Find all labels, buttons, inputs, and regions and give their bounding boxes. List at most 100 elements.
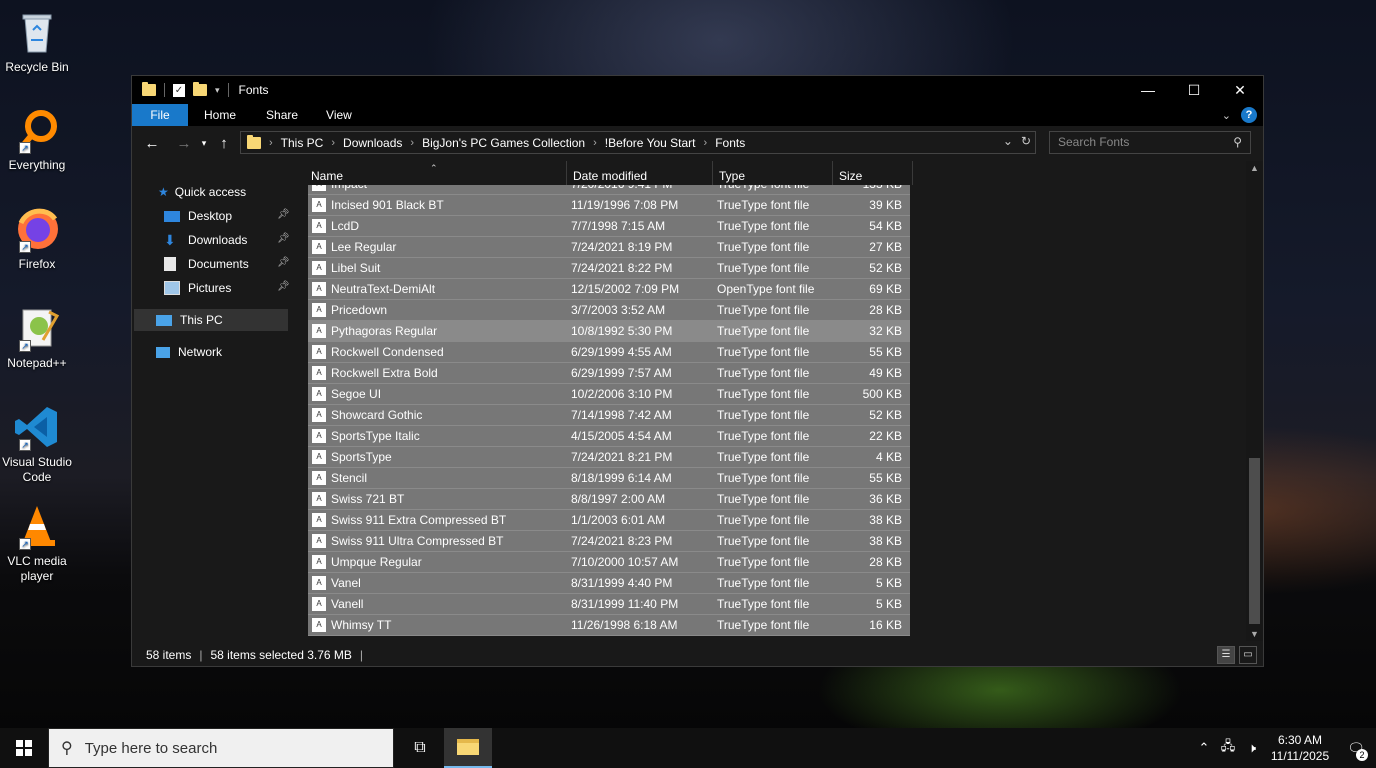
breadcrumb-downloads[interactable]: Downloads: [343, 136, 402, 150]
file-row[interactable]: A Rockwell Extra Bold 6/29/1999 7:57 AM Tru…: [308, 363, 910, 384]
action-center-button[interactable]: 🗨︎ 2: [1336, 740, 1376, 761]
breadcrumb-this-pc[interactable]: This PC: [281, 136, 324, 150]
taskbar-search-box[interactable]: ⚲ Type here to search: [48, 728, 394, 768]
file-row[interactable]: A Whimsy TT 11/26/1998 6:18 AM TrueType fon…: [308, 615, 910, 636]
chevron-right-icon[interactable]: ›: [410, 137, 414, 149]
scroll-up-arrow-icon[interactable]: ▲: [1246, 163, 1263, 173]
pin-icon[interactable]: 📌︎: [277, 233, 290, 244]
scrollbar-thumb[interactable]: [1249, 458, 1260, 624]
file-row[interactable]: A Showcard Gothic 7/14/1998 7:42 AM TrueTyp…: [308, 405, 910, 426]
file-row[interactable]: A Segoe UI 10/2/2006 3:10 PM TrueType font …: [308, 384, 910, 405]
file-row[interactable]: A LcdD 7/7/1998 7:15 AM TrueType font file 5…: [308, 216, 910, 237]
file-row[interactable]: A Libel Suit 7/24/2021 8:22 PM TrueType fon…: [308, 258, 910, 279]
column-header-type[interactable]: Type: [713, 161, 833, 185]
desktop-icon-recycle-bin[interactable]: Recycle Bin: [0, 8, 74, 75]
close-button[interactable]: ✕: [1217, 76, 1263, 104]
desktop-icon-vlc[interactable]: ↗ VLC media player: [0, 502, 74, 584]
file-row[interactable]: A Impact 7/20/2016 9:41 PMTrueType font fi…: [308, 185, 910, 195]
column-header-size[interactable]: Size: [833, 161, 913, 185]
minimize-button[interactable]: —: [1125, 76, 1171, 104]
refresh-icon[interactable]: ↻: [1021, 134, 1031, 148]
network-status-icon[interactable]: 🖧︎: [1216, 737, 1240, 759]
details-view-icon[interactable]: ☰: [1217, 646, 1235, 664]
file-row[interactable]: A Vanel 8/31/1999 4:40 PM TrueType font fil…: [308, 573, 910, 594]
file-explorer-icon: [457, 739, 479, 755]
expand-ribbon-chevron-icon[interactable]: ⌄: [1222, 109, 1231, 122]
file-row[interactable]: A Umpque Regular 7/10/2000 10:57 AM TrueTyp…: [308, 552, 910, 573]
vertical-scrollbar[interactable]: ▲ ▼: [1246, 161, 1263, 641]
up-button[interactable]: ↑: [212, 135, 236, 152]
nav-desktop[interactable]: Desktop: [164, 205, 232, 227]
breadcrumb-before-you-start[interactable]: !Before You Start: [605, 136, 696, 150]
file-row[interactable]: A Pricedown 3/7/2003 3:52 AM TrueType font …: [308, 300, 910, 321]
notepadpp-icon: ↗: [13, 304, 61, 352]
pin-icon[interactable]: 📌︎: [277, 281, 290, 292]
file-row[interactable]: A Swiss 911 Ultra Compressed BT 7/24/2021 …: [308, 531, 910, 552]
clock[interactable]: 6:30 AM 11/11/2025: [1264, 732, 1336, 764]
new-folder-icon[interactable]: [193, 82, 207, 96]
back-button[interactable]: ←: [140, 135, 164, 152]
large-icons-view-icon[interactable]: ▭: [1239, 646, 1257, 664]
font-file-icon: A: [312, 534, 326, 548]
title-bar[interactable]: ✓ ▾ Fonts — ☐ ✕: [132, 76, 1263, 104]
file-row[interactable]: A SportsType Italic 4/15/2005 4:54 AM TrueT…: [308, 426, 910, 447]
file-row[interactable]: A Incised 901 Black BT 11/19/1996 7:08 PM T…: [308, 195, 910, 216]
nav-documents[interactable]: Documents: [164, 253, 249, 275]
show-hidden-icons-chevron-icon[interactable]: ⌃: [1192, 740, 1216, 756]
nav-network[interactable]: Network: [156, 341, 222, 363]
chevron-right-icon[interactable]: ›: [704, 137, 708, 149]
desktop-icon-notepadpp[interactable]: ↗ Notepad++: [0, 304, 74, 371]
desktop-icon-everything[interactable]: ↗ Everything: [0, 106, 74, 173]
file-row[interactable]: A Vanell 8/31/1999 11:40 PM TrueType font f…: [308, 594, 910, 615]
chevron-right-icon[interactable]: ›: [331, 137, 335, 149]
file-row[interactable]: A Pythagoras Regular 10/8/1992 5:30 PM True…: [308, 321, 910, 342]
nav-pictures[interactable]: Pictures: [164, 277, 231, 299]
pin-icon[interactable]: 📌︎: [277, 257, 290, 268]
nav-this-pc[interactable]: This PC: [134, 309, 288, 331]
file-row[interactable]: A Rockwell Condensed 6/29/1999 4:55 AM True…: [308, 342, 910, 363]
tab-share[interactable]: Share: [252, 104, 312, 126]
file-name: Libel Suit: [331, 261, 381, 275]
search-input[interactable]: Search Fonts ⚲: [1049, 131, 1251, 154]
help-icon[interactable]: ?: [1241, 107, 1257, 123]
recent-locations-chevron-icon[interactable]: ▾: [196, 138, 212, 149]
file-size: 38 KB: [869, 513, 902, 527]
column-header-date[interactable]: Date modified: [567, 161, 713, 185]
nav-quick-access[interactable]: ★ Quick access: [158, 181, 246, 203]
file-name: Swiss 911 Extra Compressed BT: [331, 513, 507, 527]
properties-icon[interactable]: ✓: [173, 83, 185, 97]
taskbar-file-explorer[interactable]: [444, 728, 492, 768]
scroll-down-arrow-icon[interactable]: ▼: [1246, 629, 1263, 639]
file-row[interactable]: A Swiss 721 BT 8/8/1997 2:00 AM TrueType fo…: [308, 489, 910, 510]
tab-view[interactable]: View: [312, 104, 366, 126]
file-name: Vanell: [331, 597, 364, 611]
desktop-icon-vscode[interactable]: ↗ Visual Studio Code: [0, 403, 74, 485]
address-history-chevron-icon[interactable]: ⌄: [1003, 134, 1013, 148]
file-row[interactable]: A NeutraText-DemiAlt 12/15/2002 7:09 PM Ope…: [308, 279, 910, 300]
pin-icon[interactable]: 📌︎: [277, 209, 290, 220]
tab-home[interactable]: Home: [188, 104, 252, 126]
maximize-button[interactable]: ☐: [1171, 76, 1217, 104]
chevron-right-icon[interactable]: ›: [593, 137, 597, 149]
file-date: 8/31/1999 4:40 PM: [571, 576, 673, 590]
breadcrumb-games-collection[interactable]: BigJon's PC Games Collection: [422, 136, 585, 150]
file-row[interactable]: A Lee Regular 7/24/2021 8:19 PM TrueType fo…: [308, 237, 910, 258]
address-bar[interactable]: › This PC › Downloads › BigJon's PC Game…: [240, 131, 1036, 154]
customize-toolbar-chevron-icon[interactable]: ▾: [215, 85, 220, 96]
file-row[interactable]: A Swiss 911 Extra Compressed BT 1/1/2003 6…: [308, 510, 910, 531]
volume-muted-icon[interactable]: 🕨︎: [1240, 740, 1264, 756]
task-view-button[interactable]: ⧉: [396, 728, 444, 768]
file-row[interactable]: A SportsType 7/24/2021 8:21 PM TrueType fon…: [308, 447, 910, 468]
nav-downloads[interactable]: ⬇ Downloads: [164, 229, 247, 251]
tab-file[interactable]: File: [132, 104, 188, 126]
desktop-icon-firefox[interactable]: ↗ Firefox: [0, 205, 74, 272]
file-row[interactable]: A Stencil 8/18/1999 6:14 AM TrueType font f…: [308, 468, 910, 489]
file-type: TrueType font file: [717, 303, 810, 317]
breadcrumb-fonts[interactable]: Fonts: [715, 136, 745, 150]
file-date: 7/14/1998 7:42 AM: [571, 408, 672, 422]
start-button[interactable]: [0, 728, 48, 768]
file-name: Whimsy TT: [331, 618, 392, 632]
column-header-name[interactable]: Name ⌃: [308, 161, 567, 185]
forward-button[interactable]: →: [172, 135, 196, 152]
navigation-bar: ← → ▾ ↑ › This PC › Downloads › BigJon's…: [132, 126, 1263, 160]
